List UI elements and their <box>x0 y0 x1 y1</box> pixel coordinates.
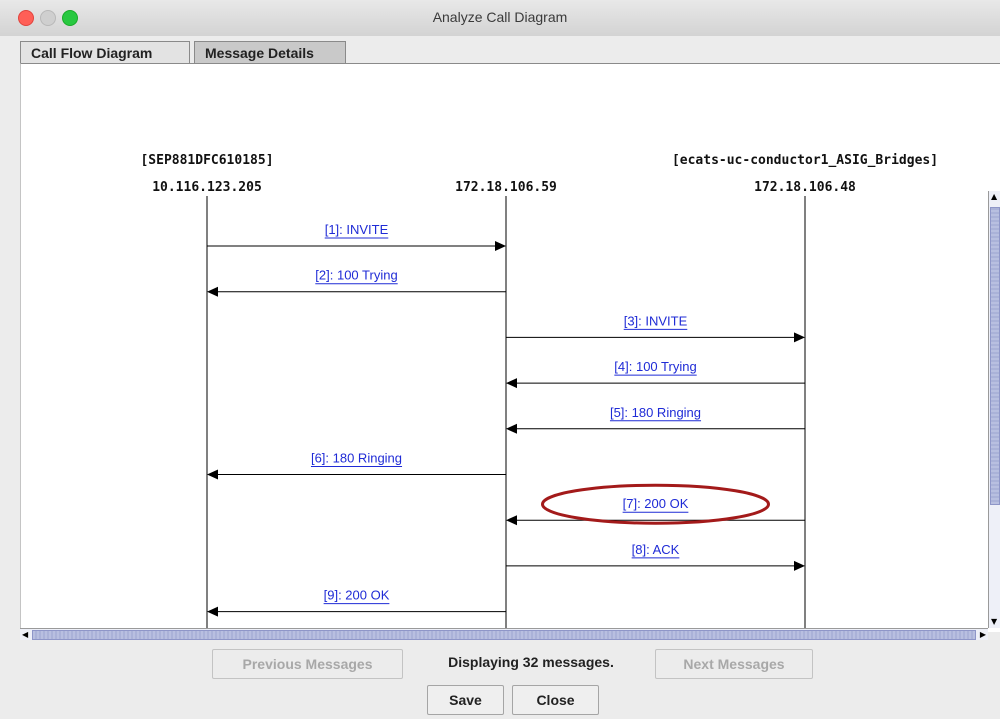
message-link[interactable]: [1]: INVITE <box>325 222 389 237</box>
arrowhead-icon <box>794 560 805 571</box>
scroll-left-icon[interactable]: ◀ <box>22 630 28 640</box>
message-link[interactable]: [2]: 100 Trying <box>315 268 397 283</box>
message-link[interactable]: [4]: 100 Trying <box>614 359 696 374</box>
scroll-up-icon[interactable]: ▲ <box>991 192 997 202</box>
arrowhead-icon <box>207 606 218 617</box>
status-text: Displaying 32 messages. <box>448 654 614 670</box>
node-ip-1: 172.18.106.59 <box>455 180 557 195</box>
arrowhead-icon <box>495 241 506 251</box>
arrowhead-icon <box>207 469 218 480</box>
message-link[interactable]: [6]: 180 Ringing <box>311 451 402 466</box>
tab-strip: Call Flow Diagram Message Details <box>0 36 1000 64</box>
horizontal-scroll-thumb[interactable] <box>32 630 976 640</box>
node-name-0: [SEP881DFC610185] <box>140 153 273 168</box>
scroll-down-icon[interactable]: ▼ <box>991 617 997 627</box>
message-link[interactable]: [9]: 200 OK <box>324 588 390 603</box>
arrowhead-icon <box>506 378 517 389</box>
arrowhead-icon <box>207 286 218 297</box>
next-messages-button[interactable]: Next Messages <box>655 649 813 679</box>
previous-messages-button[interactable]: Previous Messages <box>212 649 403 679</box>
message-link[interactable]: [7]: 200 OK <box>623 496 689 511</box>
tab-message-details[interactable]: Message Details <box>194 41 346 63</box>
save-button[interactable]: Save <box>427 685 504 715</box>
vertical-scrollbar[interactable]: ▲ ▼ <box>988 191 1000 628</box>
footer-bar: Previous Messages Displaying 32 messages… <box>0 640 1000 719</box>
arrowhead-icon <box>506 515 517 526</box>
message-link[interactable]: [5]: 180 Ringing <box>610 405 701 420</box>
diagram-panel: [SEP881DFC610185] 10.116.123.205 172.18.10… <box>20 63 1000 632</box>
arrowhead-icon <box>794 332 805 343</box>
node-ip-0: 10.116.123.205 <box>152 180 262 195</box>
scroll-right-icon[interactable]: ▶ <box>980 630 986 640</box>
message-link[interactable]: [3]: INVITE <box>624 313 688 328</box>
message-link[interactable]: [8]: ACK <box>632 542 680 557</box>
vertical-scroll-thumb[interactable] <box>990 207 1000 505</box>
close-button[interactable]: Close <box>512 685 599 715</box>
node-ip-2: 172.18.106.48 <box>754 180 856 195</box>
call-flow-diagram: [SEP881DFC610185] 10.116.123.205 172.18.10… <box>140 153 938 629</box>
window-title: Analyze Call Diagram <box>432 9 568 25</box>
tab-call-flow-diagram[interactable]: Call Flow Diagram <box>20 41 190 63</box>
arrowhead-icon <box>506 423 517 434</box>
title-bar: Analyze Call Diagram <box>0 0 1000 37</box>
node-name-2: [ecats-uc-conductor1_ASIG_Bridges] <box>672 153 938 168</box>
